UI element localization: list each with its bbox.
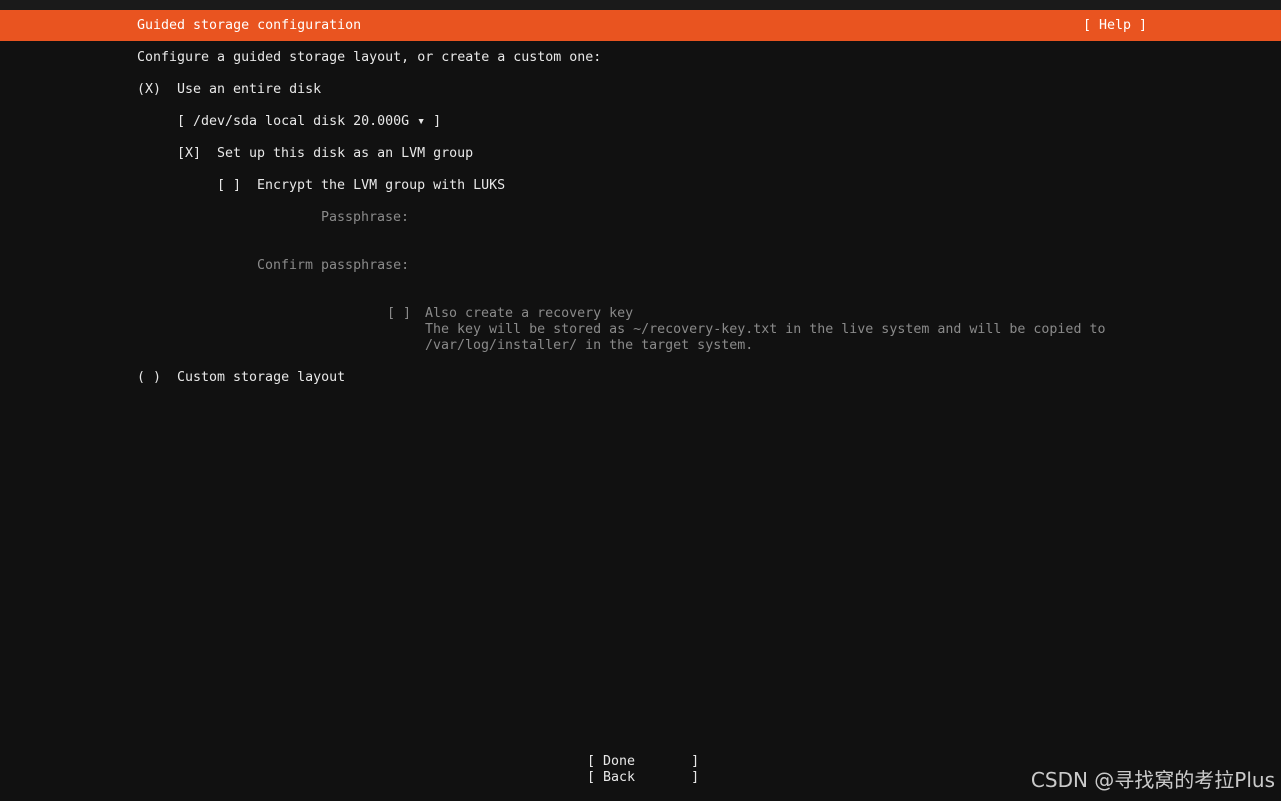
- recovery-key-checkbox[interactable]: [ ]: [387, 306, 411, 322]
- help-button[interactable]: [ Help ]: [1083, 18, 1147, 34]
- lvm-checkbox[interactable]: [X]: [177, 146, 201, 162]
- custom-layout-radio[interactable]: ( ): [137, 370, 161, 386]
- disk-select-dropdown[interactable]: [ /dev/sda local disk 20.000G ▾ ]: [177, 114, 441, 130]
- recovery-key-description: The key will be stored as ~/recovery-key…: [425, 322, 1106, 337]
- recovery-key-label[interactable]: Also create a recovery key: [425, 306, 633, 322]
- done-button[interactable]: [ Done ]: [587, 754, 699, 770]
- page-title: Guided storage configuration: [137, 18, 362, 33]
- watermark: CSDN @寻找窝的考拉Plus: [1030, 768, 1275, 792]
- confirm-passphrase-label: Confirm passphrase:: [257, 258, 410, 273]
- back-button[interactable]: [ Back ]: [587, 770, 699, 786]
- passphrase-field[interactable]: [417, 210, 717, 226]
- recovery-key-description-2: /var/log/installer/ in the target system…: [425, 338, 754, 353]
- encrypt-checkbox[interactable]: [ ]: [217, 178, 241, 194]
- encrypt-label[interactable]: Encrypt the LVM group with LUKS: [257, 178, 505, 194]
- confirm-passphrase-field[interactable]: [417, 258, 717, 274]
- intro-text: Configure a guided storage layout, or cr…: [137, 50, 602, 65]
- terminal-top-edge: [0, 0, 1281, 10]
- lvm-label[interactable]: Set up this disk as an LVM group: [217, 146, 473, 162]
- passphrase-label: Passphrase:: [321, 210, 410, 225]
- entire-disk-label[interactable]: Use an entire disk: [177, 82, 321, 98]
- custom-layout-label[interactable]: Custom storage layout: [177, 370, 345, 386]
- entire-disk-radio[interactable]: (X): [137, 82, 161, 98]
